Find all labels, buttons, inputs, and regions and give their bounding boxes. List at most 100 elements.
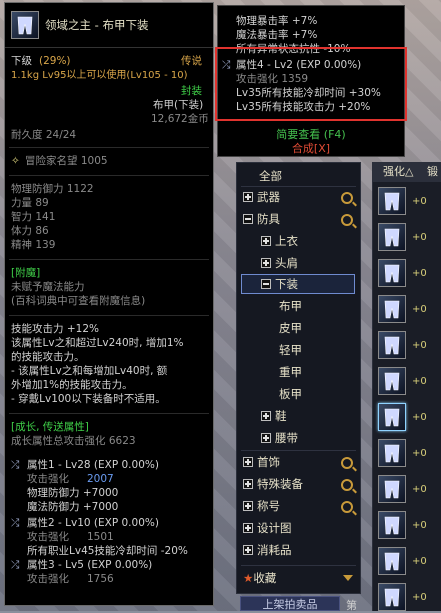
expand-icon[interactable]: [243, 501, 253, 511]
selected-category-highlight: [241, 274, 355, 294]
tree-item-accessory[interactable]: 首饰: [243, 453, 280, 471]
search-icon[interactable]: [341, 501, 353, 513]
result-enhance-value: +0: [412, 376, 427, 387]
expand-icon[interactable]: [261, 433, 271, 443]
expand-icon[interactable]: [243, 479, 253, 489]
divider: [9, 315, 209, 316]
sort-forge-button[interactable]: 锻: [427, 162, 438, 182]
stat-line: 体力 86: [11, 225, 49, 237]
result-item-slot[interactable]: [378, 439, 406, 467]
search-icon[interactable]: [341, 457, 353, 469]
item-tooltip: 领域之主 - 布甲下装 下级 (29%) 传说 1.1kg Lv95以上可以使用…: [4, 2, 214, 606]
result-enhance-value: +0: [412, 304, 427, 315]
expand-icon[interactable]: [243, 545, 253, 555]
tree-item-belt[interactable]: 腰带: [261, 429, 298, 447]
tooltip-header: 领域之主 - 布甲下装: [5, 3, 213, 48]
growth-total: 成长属性总攻击强化 6623: [11, 435, 136, 447]
tree-item-label: 消耗品: [257, 543, 292, 557]
growth-title: [成长, 传送属性]: [11, 421, 89, 433]
tree-item-leather[interactable]: 皮甲: [279, 319, 302, 337]
result-item-slot[interactable]: [378, 331, 406, 359]
tree-item-label: 武器: [257, 190, 280, 204]
tree-item-armor[interactable]: 防具: [243, 210, 280, 228]
tree-item-design[interactable]: 设计图: [243, 519, 292, 537]
adventurer-fame: 冒险家名望 1005: [25, 155, 108, 167]
result-enhance-value: +0: [412, 196, 427, 207]
tree-item-bottom[interactable]: 下装: [261, 275, 298, 293]
result-item-slot[interactable]: [378, 475, 406, 503]
pants-item-icon: [11, 11, 39, 39]
expand-icon[interactable]: [261, 258, 271, 268]
stat-line: 智力 141: [11, 211, 56, 223]
item-name: 领域之主 - 布甲下装: [45, 18, 149, 32]
growth-line: 魔法防御力 +7000: [27, 501, 119, 513]
tree-item-label: 收藏: [253, 571, 277, 585]
tree-item-shoulder[interactable]: 头肩: [261, 254, 298, 272]
enchant-title: [附魔]: [11, 267, 41, 279]
compare-line: 魔法暴击率 +7%: [236, 29, 318, 41]
tree-item-all[interactable]: 全部: [259, 167, 282, 185]
expand-icon[interactable]: [261, 236, 271, 246]
item-slot-type: 布甲(下装): [153, 99, 204, 111]
result-item-slot[interactable]: [378, 259, 406, 287]
expand-icon[interactable]: [261, 411, 271, 421]
tree-item-favorites[interactable]: ★收藏: [243, 569, 276, 587]
search-icon[interactable]: [341, 479, 353, 491]
result-item-slot[interactable]: [378, 583, 406, 611]
growth-attack-label: 攻击强化: [27, 573, 69, 585]
tree-item-title[interactable]: 称号: [243, 497, 280, 515]
tree-item-special[interactable]: 特殊装备: [243, 475, 303, 493]
result-item-slot[interactable]: [378, 295, 406, 323]
item-level-req: 1.1kg Lv95以上可以使用(Lv105 - 10): [11, 70, 188, 81]
shuffle-icon: ⤮: [11, 517, 20, 529]
search-icon[interactable]: [341, 192, 353, 204]
collapse-icon[interactable]: [243, 214, 253, 224]
item-grade-pct: (29%): [39, 55, 71, 67]
skill-line: - 穿戴Lv100以下装备时不适用。: [11, 393, 166, 405]
divider: [241, 565, 356, 566]
result-item-slot[interactable]: [378, 223, 406, 251]
divider: [9, 147, 209, 148]
result-item-slot[interactable]: [378, 187, 406, 215]
compare-line: 物理暴击率 +7%: [236, 15, 318, 27]
stat-line: 力量 89: [11, 197, 49, 209]
result-enhance-value: +0: [412, 232, 427, 243]
item-price: 12,672金币: [151, 113, 209, 125]
result-enhance-value: +0: [412, 412, 427, 423]
tree-item-label: 首饰: [257, 455, 280, 469]
divider: [241, 450, 356, 451]
tree-item-top[interactable]: 上衣: [261, 232, 298, 250]
growth-attr-header: 属性3 - Lv5 (EXP 0.00%): [27, 559, 153, 571]
collapse-icon[interactable]: [261, 279, 271, 289]
tree-item-cloth[interactable]: 布甲: [279, 297, 302, 315]
result-item-slot[interactable]: [378, 403, 406, 431]
growth-attack-value: 1501: [87, 531, 114, 543]
sort-enhance-button[interactable]: 强化△: [383, 162, 413, 182]
result-item-slot[interactable]: [378, 511, 406, 539]
skill-line: - 该属性Lv之和每增加Lv40时, 额: [11, 365, 168, 377]
tree-item-light[interactable]: 轻甲: [279, 341, 302, 359]
result-item-slot[interactable]: [378, 367, 406, 395]
dropdown-arrow-icon[interactable]: [343, 575, 353, 581]
tree-item-label: 鞋: [275, 409, 287, 423]
tree-item-label: 设计图: [257, 521, 292, 535]
register-auction-button[interactable]: 上架拍卖品: [240, 596, 340, 611]
category-tree: 全部 武器 防具 上衣 头肩 下装 布甲 皮甲 轻甲 重甲 板甲 鞋 腰带 首饰…: [236, 162, 361, 594]
tree-item-heavy[interactable]: 重甲: [279, 363, 302, 381]
tree-item-shoes[interactable]: 鞋: [261, 407, 287, 425]
result-enhance-value: +0: [412, 592, 427, 603]
expand-icon[interactable]: [243, 192, 253, 202]
tree-item-weapon[interactable]: 武器: [243, 188, 280, 206]
result-enhance-value: +0: [412, 484, 427, 495]
tree-item-plate[interactable]: 板甲: [279, 385, 302, 403]
search-icon[interactable]: [341, 214, 353, 226]
shuffle-icon: ⤮: [11, 559, 20, 571]
expand-icon[interactable]: [243, 457, 253, 467]
tree-item-consumable[interactable]: 消耗品: [243, 541, 292, 559]
growth-attack-label: 攻击强化: [27, 531, 69, 543]
item-sealed: 封装: [181, 85, 202, 97]
result-enhance-value: +0: [412, 556, 427, 567]
expand-icon[interactable]: [243, 523, 253, 533]
synthesize-button[interactable]: 合成[X]: [218, 140, 404, 156]
result-item-slot[interactable]: [378, 547, 406, 575]
